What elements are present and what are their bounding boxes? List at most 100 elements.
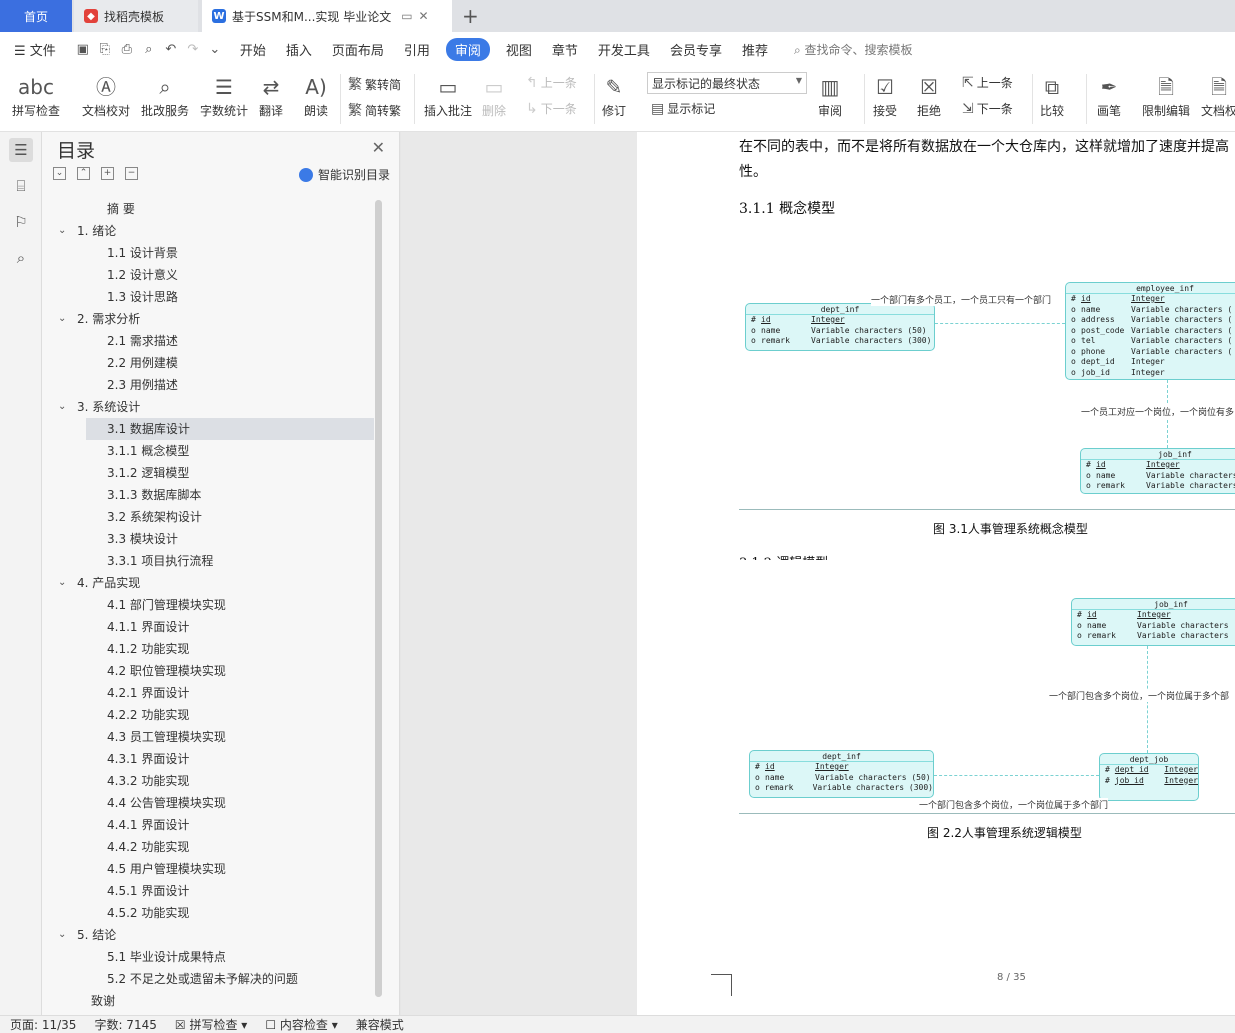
tab-close-icon[interactable]: ✕ [419, 9, 429, 23]
toc-item[interactable]: 4.4.1 界面设计 [48, 814, 374, 836]
menu-member[interactable]: 会员专享 [670, 40, 722, 59]
menu-developer[interactable]: 开发工具 [598, 40, 650, 59]
toc-item[interactable]: 4.5.1 界面设计 [48, 880, 374, 902]
toc-item[interactable]: ⌄ 3. 系统设计 [48, 396, 374, 418]
toc-item[interactable]: ⌄ 4. 产品实现 [48, 572, 374, 594]
toc-scrollbar[interactable] [375, 200, 382, 997]
toc-item[interactable]: 3.1 数据库设计 [86, 418, 374, 440]
tab-document[interactable]: W 基于SSM和M...实现 毕业论文 ▭ ✕ [202, 0, 452, 32]
print-icon[interactable]: ⎙ [116, 42, 138, 57]
toc-nav-icon[interactable]: ☰ [9, 138, 33, 162]
content-check-status[interactable]: ☐ 内容检查 ▾ [265, 1016, 337, 1033]
menu-recommend[interactable]: 推荐 [742, 40, 768, 59]
reject-button[interactable]: ☒ 拒绝 [917, 72, 941, 119]
display-state-select[interactable]: 显示标记的最终状态 ▼ [647, 72, 807, 94]
translate-button[interactable]: ⇄ 翻译 [259, 72, 283, 119]
toc-item[interactable]: 5.2 不足之处或遗留未予解决的问题 [48, 968, 374, 990]
toc-item[interactable]: 3.2 系统架构设计 [48, 506, 374, 528]
toc-item[interactable]: 4.1.1 界面设计 [48, 616, 374, 638]
word-count-indicator[interactable]: 字数: 7145 [94, 1016, 156, 1033]
new-tab-icon[interactable]: + [462, 4, 479, 28]
toc-item[interactable]: 4.4.2 功能实现 [48, 836, 374, 858]
to-traditional-button[interactable]: 繁繁转简 [348, 74, 401, 94]
toc-item[interactable]: 1.2 设计意义 [48, 264, 374, 286]
collapse-all-icon[interactable]: ⌃ [77, 167, 90, 180]
doc-proof-button[interactable]: Ⓐ 文档校对 [82, 72, 130, 119]
toc-item[interactable]: 1.3 设计思路 [48, 286, 374, 308]
prev-change-button[interactable]: ⇱ 上一条 [962, 74, 1013, 91]
chevron-down-icon[interactable]: ⌄ [58, 220, 66, 242]
chevron-down-icon[interactable]: ⌄ [58, 572, 66, 594]
ink-button[interactable]: ✒ 画笔 [1097, 72, 1121, 119]
toc-item[interactable]: 2.2 用例建模 [48, 352, 374, 374]
menu-insert[interactable]: 插入 [286, 40, 312, 59]
toc-item[interactable]: 摘 要 [48, 198, 374, 220]
spell-check-button[interactable]: abc 拼写检查 [12, 72, 60, 119]
track-changes-button[interactable]: ✎ 修订 [602, 72, 626, 119]
toc-item[interactable]: 2.1 需求描述 [48, 330, 374, 352]
tab-template[interactable]: ◆ 找稻壳模板 [74, 0, 198, 32]
read-aloud-button[interactable]: A) 朗读 [304, 72, 328, 119]
doc-permission-button[interactable]: 🗎 文档权 [1201, 72, 1235, 119]
toc-item[interactable]: 2.3 用例描述 [48, 374, 374, 396]
accept-button[interactable]: ☑ 接受 [873, 72, 897, 119]
file-menu[interactable]: ☰ 文件 [14, 40, 56, 59]
smart-identify-button[interactable]: 智能识别目录 [298, 166, 390, 183]
compare-button[interactable]: ⧉ 比较 [1040, 72, 1064, 119]
toc-item[interactable]: 1.1 设计背景 [48, 242, 374, 264]
insert-comment-button[interactable]: ▭ 插入批注 [424, 72, 472, 119]
chapter-nav-icon[interactable]: ⌸ [9, 174, 33, 198]
prev-comment-button[interactable]: ↰ 上一条 [526, 74, 577, 91]
toc-item[interactable]: 3.3.1 项目执行流程 [48, 550, 374, 572]
toc-item[interactable]: 4.2 职位管理模块实现 [48, 660, 374, 682]
toc-item[interactable]: 4.2.2 功能实现 [48, 704, 374, 726]
menu-section[interactable]: 章节 [552, 40, 578, 59]
spell-check-status[interactable]: ☒ 拼写检查 ▾ [175, 1016, 247, 1033]
remove-heading-icon[interactable]: − [125, 167, 138, 180]
toc-item[interactable]: 4.4 公告管理模块实现 [48, 792, 374, 814]
to-simplified-button[interactable]: 繁简转繁 [348, 100, 401, 120]
chevron-down-icon[interactable]: ⌄ [58, 396, 66, 418]
delete-comment-button[interactable]: ▭ 删除 [482, 72, 506, 119]
chevron-down-icon[interactable]: ⌄ [58, 924, 66, 946]
toc-item[interactable]: 5.1 毕业设计成果特点 [48, 946, 374, 968]
toc-item[interactable]: 4.3 员工管理模块实现 [48, 726, 374, 748]
word-count-button[interactable]: ☰ 字数统计 [200, 72, 248, 119]
toc-item[interactable]: 4.1.2 功能实现 [48, 638, 374, 660]
restrict-edit-button[interactable]: 🗎 限制编辑 [1142, 72, 1190, 119]
redo-icon[interactable]: ↷ [182, 42, 204, 57]
next-comment-button[interactable]: ↳ 下一条 [526, 100, 577, 117]
bookmark-icon[interactable]: ⚐ [9, 210, 33, 234]
show-markup-button[interactable]: ▤ 显示标记 [651, 100, 715, 117]
menu-layout[interactable]: 页面布局 [332, 40, 384, 59]
toc-item[interactable]: 致谢 [48, 990, 374, 1012]
review-button[interactable]: ▥ 审阅 [818, 72, 842, 119]
print-preview-icon[interactable]: ⌕ [138, 42, 160, 57]
close-icon[interactable]: ✕ [372, 138, 385, 157]
toc-item[interactable]: 4.5 用户管理模块实现 [48, 858, 374, 880]
toc-item[interactable]: ⌄ 1. 绪论 [48, 220, 374, 242]
toc-item[interactable]: 3.1.2 逻辑模型 [48, 462, 374, 484]
tab-restore-icon[interactable]: ▭ [401, 9, 412, 23]
menu-review[interactable]: 审阅 [445, 37, 490, 61]
toc-item[interactable]: 3.1.3 数据库脚本 [48, 484, 374, 506]
chevron-down-icon[interactable]: ⌄ [58, 308, 66, 330]
toc-item[interactable]: 4.5.2 功能实现 [48, 902, 374, 924]
toc-item[interactable]: 4.2.1 界面设计 [48, 682, 374, 704]
expand-all-icon[interactable]: ⌄ [53, 167, 66, 180]
document-page[interactable]: 在不同的表中，而不是将所有数据放在一个大仓库内，这样就增加了速度并提高 性。 3… [637, 132, 1235, 1015]
more-icon[interactable]: ⌄ [204, 42, 226, 57]
toc-item[interactable]: 3.3 模块设计 [48, 528, 374, 550]
next-change-button[interactable]: ⇲ 下一条 [962, 100, 1013, 117]
toc-item[interactable]: ⌄ 5. 结论 [48, 924, 374, 946]
add-heading-icon[interactable]: + [101, 167, 114, 180]
toc-item[interactable]: 4.1 部门管理模块实现 [48, 594, 374, 616]
menu-view[interactable]: 视图 [506, 40, 532, 59]
save-icon[interactable]: ▣ [72, 42, 94, 57]
batch-service-button[interactable]: ⌕ 批改服务 [141, 72, 189, 119]
scrollbar-thumb[interactable] [375, 200, 382, 997]
menu-reference[interactable]: 引用 [404, 40, 430, 59]
export-pdf-icon[interactable]: ⎘ [94, 42, 116, 57]
toc-item[interactable]: 4.3.2 功能实现 [48, 770, 374, 792]
menu-start[interactable]: 开始 [240, 40, 266, 59]
